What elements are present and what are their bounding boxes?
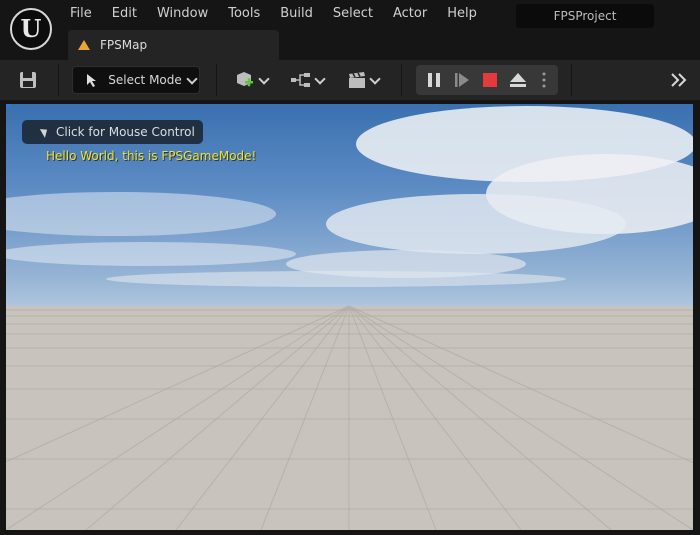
chevron-down-icon — [186, 72, 198, 85]
save-icon — [20, 72, 36, 88]
save-button[interactable] — [16, 69, 40, 91]
add-actor-button[interactable] — [230, 69, 272, 91]
select-mode-icon — [87, 74, 97, 87]
pause-icon — [428, 73, 440, 87]
level-viewport[interactable]: Click for Mouse Control Hello World, thi… — [6, 104, 693, 530]
toolbar-divider — [571, 64, 572, 96]
tab-fpsmap[interactable]: FPSMap — [68, 30, 279, 60]
add-actor-icon — [237, 72, 253, 87]
mouse-control-label: Click for Mouse Control — [56, 125, 195, 139]
blueprint-graph-icon — [291, 73, 310, 87]
cinematics-button[interactable] — [342, 69, 384, 91]
chevron-down-icon — [314, 72, 326, 85]
pause-button[interactable] — [422, 69, 446, 91]
viewport-corner-marker — [6, 104, 12, 110]
tab-label: FPSMap — [100, 38, 148, 52]
checker-floor — [6, 305, 693, 530]
frame-advance-icon — [455, 73, 469, 87]
toolbar-divider — [58, 64, 59, 96]
menu-bar: File Edit Window Tools Build Select Acto… — [60, 2, 487, 28]
play-controls — [416, 65, 558, 95]
cursor-icon — [39, 126, 51, 138]
chevron-down-icon — [369, 72, 381, 85]
viewport-scene — [6, 106, 693, 530]
logo-letter: U — [20, 14, 42, 43]
project-name: FPSProject — [516, 4, 654, 28]
chevron-down-icon — [258, 72, 270, 85]
stop-button[interactable] — [478, 69, 502, 91]
select-mode-dropdown[interactable]: Select Mode — [72, 66, 200, 94]
menu-actor[interactable]: Actor — [383, 2, 437, 28]
eject-button[interactable] — [506, 69, 530, 91]
menu-help[interactable]: Help — [437, 2, 487, 28]
blueprints-button[interactable] — [286, 69, 328, 91]
toolbar-divider — [216, 64, 217, 96]
menu-build[interactable]: Build — [270, 2, 323, 28]
stop-icon — [483, 73, 497, 87]
title-bar: U File Edit Window Tools Build Select Ac… — [0, 0, 700, 60]
clapperboard-icon — [349, 72, 365, 88]
play-options-button[interactable] — [536, 69, 552, 91]
menu-window[interactable]: Window — [147, 2, 218, 28]
toolbar-overflow-button[interactable] — [666, 69, 692, 91]
advance-frame-button[interactable] — [450, 69, 474, 91]
toolbar-divider — [401, 64, 402, 96]
eject-icon — [510, 73, 526, 87]
menu-select[interactable]: Select — [323, 2, 383, 28]
menu-file[interactable]: File — [60, 2, 102, 28]
level-map-icon — [78, 40, 90, 50]
menu-edit[interactable]: Edit — [102, 2, 147, 28]
menu-tools[interactable]: Tools — [218, 2, 270, 28]
mouse-control-button[interactable]: Click for Mouse Control — [22, 120, 203, 144]
debug-message: Hello World, this is FPSGameMode! — [46, 149, 257, 163]
more-vertical-icon — [542, 72, 546, 88]
double-chevron-right-icon — [671, 73, 687, 87]
unreal-logo-icon[interactable]: U — [10, 8, 52, 50]
main-toolbar: Select Mode — [0, 60, 700, 100]
select-mode-label: Select Mode — [108, 73, 182, 87]
